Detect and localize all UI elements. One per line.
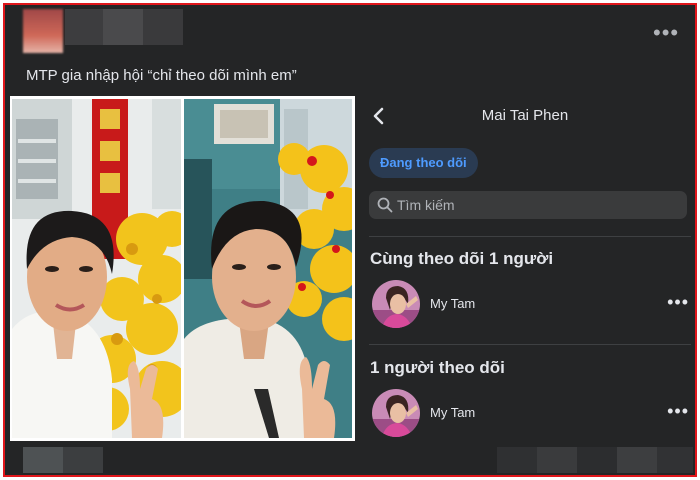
divider [369, 344, 691, 345]
mutual-following-title: Cùng theo dõi 1 người [370, 249, 554, 268]
followers-title: 1 người theo dõi [370, 358, 505, 377]
avatar [372, 389, 420, 437]
following-button[interactable]: Đang theo dõi [369, 148, 478, 178]
avatar [372, 280, 420, 328]
search-input[interactable]: Tìm kiếm [369, 191, 687, 219]
portrait-photo-left [12, 99, 181, 438]
blurred-shares-3 [657, 447, 693, 473]
list-item[interactable]: My Tam ••• [369, 280, 689, 332]
screenshot-frame: ••• MTP gia nhập hội “chỉ theo dõi mình … [3, 3, 697, 477]
blurred-reactions-2 [63, 447, 103, 473]
blurred-shares-2 [617, 447, 657, 473]
post-caption: MTP gia nhập hội “chỉ theo dõi mình em” [26, 67, 297, 84]
blurred-comments [497, 447, 537, 473]
more-horizontal-icon[interactable]: ••• [667, 401, 689, 422]
blurred-shares [577, 447, 617, 473]
avatar-image [372, 280, 420, 328]
search-icon [377, 197, 393, 213]
blurred-timestamp [143, 9, 183, 45]
more-horizontal-icon[interactable]: ••• [667, 292, 689, 313]
photo-right[interactable] [184, 99, 352, 438]
list-item[interactable]: My Tam ••• [369, 389, 689, 441]
portrait-photo-right [184, 99, 352, 438]
search-placeholder: Tìm kiếm [397, 197, 455, 213]
user-name: My Tam [430, 405, 476, 420]
user-name: My Tam [430, 296, 476, 311]
blurred-comments-2 [537, 447, 577, 473]
blurred-reactions [23, 447, 63, 473]
photo-left[interactable] [12, 99, 181, 438]
divider [369, 236, 691, 237]
blurred-author-name [65, 9, 103, 45]
blurred-author-name-2 [103, 9, 143, 45]
avatar-image [372, 389, 420, 437]
blurred-avatar [23, 9, 63, 53]
post-header: ••• MTP gia nhập hội “chỉ theo dõi mình … [5, 5, 695, 97]
profile-title: Mai Tai Phen [481, 107, 569, 124]
post-photos[interactable] [10, 96, 355, 441]
following-list-screen: Mai Tai Phen Đang theo dõi Tìm kiếm Cùng… [355, 96, 695, 443]
post-more-icon[interactable]: ••• [653, 22, 679, 44]
post-footer-blurred [5, 443, 695, 475]
